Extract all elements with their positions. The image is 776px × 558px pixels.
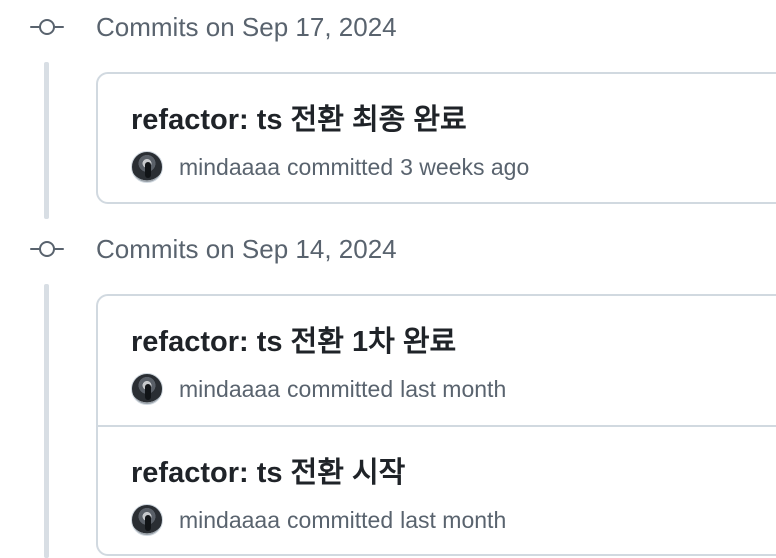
timeline-line bbox=[44, 284, 49, 558]
commit-group-title: Commits on Sep 14, 2024 bbox=[96, 233, 397, 264]
user-avatar[interactable] bbox=[131, 151, 163, 183]
commit-row[interactable]: refactor: ts 전환 최종 완료 mindaaaa committed… bbox=[98, 74, 776, 202]
git-commit-icon bbox=[30, 241, 64, 257]
user-avatar[interactable] bbox=[131, 373, 163, 405]
timeline-line bbox=[44, 62, 49, 219]
commit-group-header: Commits on Sep 17, 2024 bbox=[30, 9, 397, 45]
commit-author-link[interactable]: mindaaaa bbox=[179, 154, 280, 181]
commit-action-text: committed bbox=[287, 506, 394, 533]
commit-list: refactor: ts 전환 최종 완료 mindaaaa committed… bbox=[96, 72, 776, 204]
commit-action-text: committed bbox=[287, 375, 394, 402]
commit-message-link[interactable]: refactor: ts 전환 최종 완료 bbox=[131, 96, 467, 138]
commit-meta: mindaaaa committed last month bbox=[131, 503, 506, 537]
commit-row[interactable]: refactor: ts 전환 1차 완료 mindaaaa committed… bbox=[98, 296, 776, 425]
commit-author-link[interactable]: mindaaaa bbox=[179, 376, 280, 403]
commit-action-text: committed bbox=[287, 153, 394, 180]
commit-time: last month bbox=[400, 375, 507, 402]
commit-list: refactor: ts 전환 1차 완료 mindaaaa committed… bbox=[96, 294, 776, 556]
commit-message-link[interactable]: refactor: ts 전환 1차 완료 bbox=[131, 318, 456, 360]
user-avatar[interactable] bbox=[131, 504, 163, 536]
commit-author-link[interactable]: mindaaaa bbox=[179, 507, 280, 534]
commit-message-link[interactable]: refactor: ts 전환 시작 bbox=[131, 449, 405, 491]
commit-time: last month bbox=[400, 506, 507, 533]
commit-group-title: Commits on Sep 17, 2024 bbox=[96, 11, 397, 42]
commit-row[interactable]: refactor: ts 전환 시작 mindaaaa committed la… bbox=[98, 425, 776, 554]
commit-group-header: Commits on Sep 14, 2024 bbox=[30, 231, 397, 267]
commit-time: 3 weeks ago bbox=[400, 153, 530, 180]
git-commit-icon bbox=[30, 19, 64, 35]
commit-meta: mindaaaa committed last month bbox=[131, 372, 506, 406]
commit-meta: mindaaaa committed 3 weeks ago bbox=[131, 150, 529, 184]
commit-timeline: Commits on Sep 17, 2024 refactor: ts 전환 … bbox=[0, 0, 776, 558]
